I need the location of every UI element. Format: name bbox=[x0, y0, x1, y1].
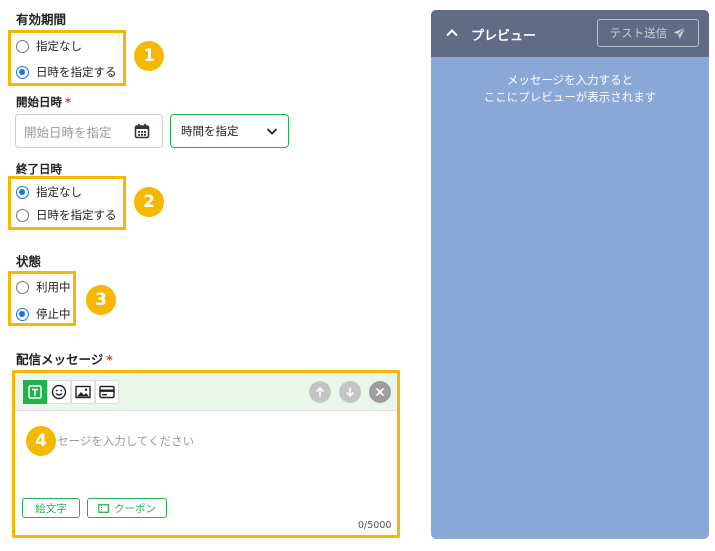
arrow-up-icon[interactable] bbox=[309, 381, 331, 403]
required-mark: * bbox=[65, 95, 72, 109]
image-icon[interactable] bbox=[71, 380, 95, 404]
message-label: 配信メッセージ * bbox=[16, 349, 113, 368]
arrow-down-icon[interactable] bbox=[339, 381, 361, 403]
preview-empty-line1: メッセージを入力すると bbox=[506, 73, 634, 87]
start-date-input[interactable]: 開始日時を指定 bbox=[15, 114, 163, 148]
validity-option-specify-label: 日時を指定する bbox=[36, 65, 117, 79]
radio-end-specify[interactable] bbox=[16, 208, 29, 222]
card-icon[interactable] bbox=[95, 380, 119, 404]
start-date-placeholder: 開始日時を指定 bbox=[24, 124, 112, 140]
badge-4: 4 bbox=[26, 426, 56, 456]
badge-2: 2 bbox=[134, 187, 164, 217]
start-time-value: 時間を指定 bbox=[181, 124, 239, 138]
badge-1: 1 bbox=[134, 41, 164, 71]
end-option-none[interactable]: 指定なし bbox=[16, 184, 82, 200]
validity-label: 有効期間 bbox=[16, 12, 67, 27]
end-label: 終了日時 bbox=[16, 162, 62, 176]
status-option-active[interactable]: 利用中 bbox=[16, 279, 71, 295]
status-option-active-label: 利用中 bbox=[36, 280, 71, 294]
smiley-icon[interactable] bbox=[47, 380, 71, 404]
validity-option-none-label: 指定なし bbox=[36, 39, 82, 53]
validity-option-none[interactable]: 指定なし bbox=[16, 38, 82, 54]
emoji-button[interactable]: 絵文字 bbox=[22, 498, 80, 518]
preview-empty-line2: ここにプレビューが表示されます bbox=[483, 90, 657, 104]
chevron-up-icon[interactable] bbox=[445, 26, 459, 40]
calendar-icon[interactable] bbox=[134, 123, 150, 139]
validity-option-specify[interactable]: 日時を指定する bbox=[16, 64, 117, 80]
close-circle-icon[interactable] bbox=[369, 381, 391, 403]
preview-panel: プレビュー テスト送信 メッセージを入力すると ここにプレビューが表示されます bbox=[431, 10, 709, 539]
radio-validity-none[interactable] bbox=[16, 39, 29, 53]
status-option-stopped[interactable]: 停止中 bbox=[16, 306, 71, 322]
test-send-button[interactable]: テスト送信 bbox=[597, 19, 699, 47]
message-input[interactable]: メッセージを入力してください bbox=[34, 433, 194, 449]
text-icon[interactable] bbox=[23, 380, 47, 404]
coupon-button[interactable]: クーポン bbox=[87, 498, 167, 518]
message-label-text: 配信メッセージ bbox=[16, 352, 104, 367]
message-editor-toolbar bbox=[15, 373, 397, 411]
radio-status-active[interactable] bbox=[16, 280, 29, 294]
chevron-down-icon bbox=[266, 125, 278, 137]
coupon-button-label: クーポン bbox=[114, 502, 156, 515]
end-option-specify-label: 日時を指定する bbox=[36, 208, 117, 222]
status-label: 状態 bbox=[16, 254, 42, 269]
radio-validity-specify[interactable] bbox=[16, 65, 29, 79]
status-option-stopped-label: 停止中 bbox=[36, 307, 71, 321]
start-label: 開始日時 * bbox=[16, 94, 71, 110]
radio-status-stopped[interactable] bbox=[16, 307, 29, 321]
end-option-specify[interactable]: 日時を指定する bbox=[16, 207, 117, 223]
start-label-text: 開始日時 bbox=[16, 95, 62, 109]
end-option-none-label: 指定なし bbox=[36, 185, 82, 199]
test-send-label: テスト送信 bbox=[609, 26, 668, 40]
start-time-select[interactable]: 時間を指定 bbox=[170, 114, 289, 148]
required-mark: * bbox=[106, 352, 113, 367]
ticket-icon bbox=[98, 503, 109, 513]
radio-end-none[interactable] bbox=[16, 185, 29, 199]
preview-header: プレビュー テスト送信 bbox=[431, 10, 709, 57]
paper-plane-icon bbox=[673, 26, 687, 40]
char-counter: 0/5000 bbox=[358, 520, 392, 531]
preview-title: プレビュー bbox=[471, 29, 537, 44]
badge-3: 3 bbox=[86, 285, 116, 315]
